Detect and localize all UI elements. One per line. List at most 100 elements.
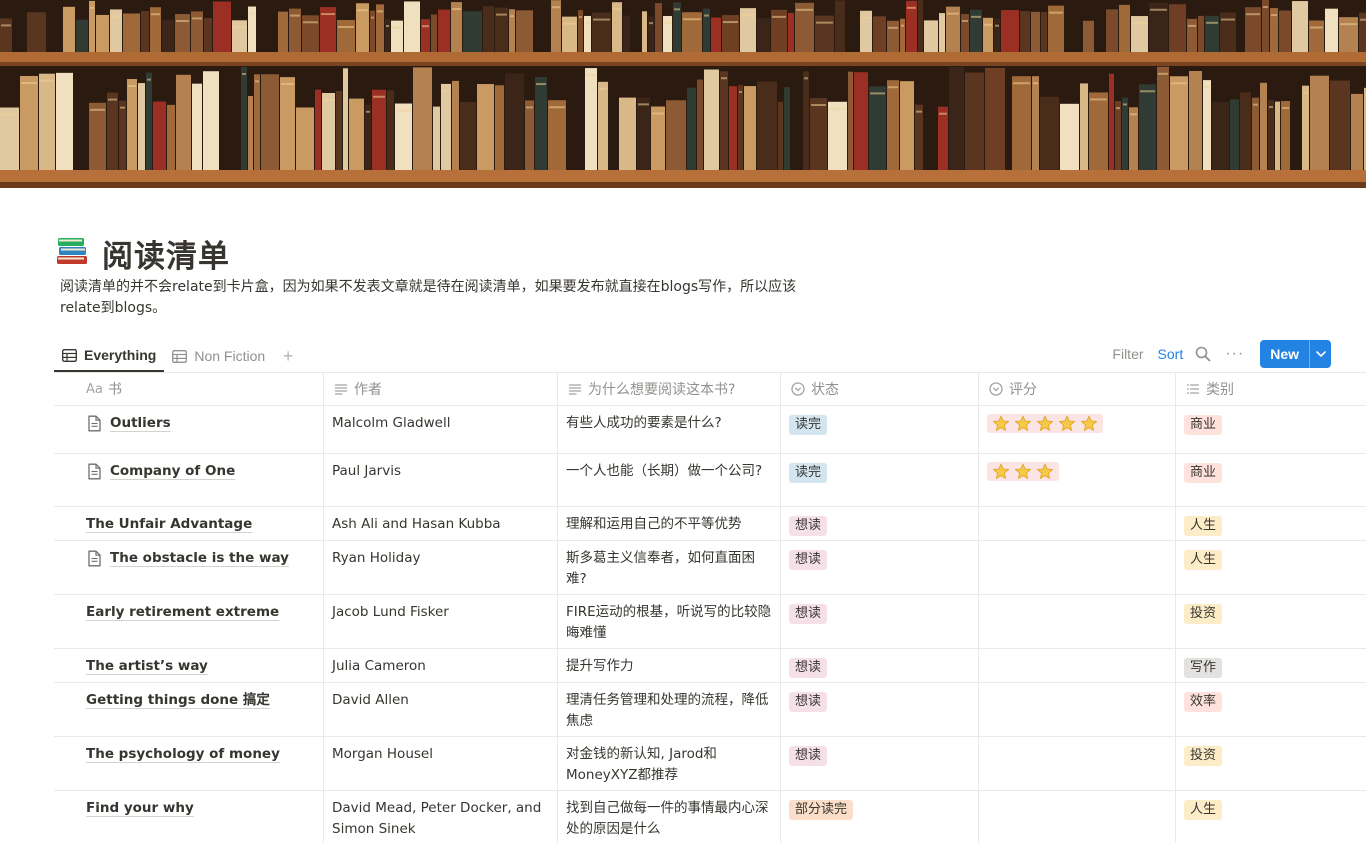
sort-button[interactable]: Sort <box>1158 346 1184 362</box>
book-title[interactable]: Getting things done 搞定 <box>86 690 270 711</box>
more-options-button[interactable]: ··· <box>1225 345 1244 363</box>
page-title[interactable]: 阅读清单 <box>102 231 230 276</box>
cell-reason[interactable]: FIRE运动的根基，听说写的比较隐晦难懂 <box>558 595 781 648</box>
table-row[interactable]: Getting things done 搞定 David Allen 理清任务管理和… <box>54 683 1366 737</box>
cell-rating[interactable] <box>979 791 1176 843</box>
cell-status[interactable]: 想读 <box>781 737 979 790</box>
new-button[interactable]: New <box>1260 340 1309 368</box>
cell-rating[interactable] <box>979 454 1176 506</box>
cell-title[interactable]: The psychology of money <box>54 737 324 790</box>
cell-rating[interactable] <box>979 541 1176 594</box>
cell-author[interactable]: David Allen <box>324 683 558 736</box>
cell-author[interactable]: Julia Cameron <box>324 649 558 682</box>
table-row[interactable]: Company of One Paul Jarvis 一个人也能（长期）做一个公司?… <box>54 454 1366 507</box>
cell-category[interactable]: 人生 <box>1176 791 1366 843</box>
cell-author[interactable]: Jacob Lund Fisker <box>324 595 558 648</box>
cell-reason[interactable]: 对金钱的新认知, Jarod和MoneyXYZ都推荐 <box>558 737 781 790</box>
cell-category[interactable]: 投资 <box>1176 737 1366 790</box>
cell-status[interactable]: 读完 <box>781 454 979 506</box>
cell-title[interactable]: Find your why <box>54 791 324 843</box>
book-title[interactable]: Early retirement extreme <box>86 602 279 623</box>
cell-author[interactable]: Paul Jarvis <box>324 454 558 506</box>
cell-status[interactable]: 想读 <box>781 595 979 648</box>
book-title[interactable]: Outliers <box>110 413 171 434</box>
status-badge: 想读 <box>789 658 828 678</box>
cell-reason[interactable]: 一个人也能（长期）做一个公司? <box>558 454 781 506</box>
category-tag: 商业 <box>1184 463 1223 483</box>
cell-status[interactable]: 想读 <box>781 649 979 682</box>
book-title[interactable]: Find your why <box>86 798 194 819</box>
cell-category[interactable]: 人生 <box>1176 541 1366 594</box>
cell-reason[interactable]: 有些人成功的要素是什么? <box>558 406 781 453</box>
category-tag: 人生 <box>1184 516 1223 536</box>
column-label: 书 <box>108 382 122 398</box>
cell-reason[interactable]: 理解和运用自己的不平等优势 <box>558 507 781 540</box>
cell-author[interactable]: David Mead, Peter Docker, and Simon Sine… <box>324 791 558 843</box>
cell-rating[interactable] <box>979 507 1176 540</box>
column-header-author[interactable]: 作者 <box>324 373 558 405</box>
table-row[interactable]: The obstacle is the way Ryan Holiday 斯多葛主义… <box>54 541 1366 595</box>
book-title[interactable]: The obstacle is the way <box>110 548 289 569</box>
cell-title[interactable]: Outliers <box>54 406 324 453</box>
cell-title[interactable]: Getting things done 搞定 <box>54 683 324 736</box>
table-row[interactable]: The psychology of money Morgan Housel 对金钱的… <box>54 737 1366 791</box>
cell-status[interactable]: 想读 <box>781 541 979 594</box>
cell-title[interactable]: The artist’s way <box>54 649 324 682</box>
cell-reason[interactable]: 斯多葛主义信奉者，如何直面困难? <box>558 541 781 594</box>
tab-everything[interactable]: Everything <box>54 340 165 372</box>
column-header-category[interactable]: 类别 <box>1176 373 1366 405</box>
cell-category[interactable]: 写作 <box>1176 649 1366 682</box>
cell-status[interactable]: 部分读完 <box>781 791 979 843</box>
cell-title[interactable]: Company of One <box>54 454 324 506</box>
table-row[interactable]: The Unfair Advantage Ash Ali and Hasan Ku… <box>54 507 1366 541</box>
add-view-button[interactable]: + <box>277 345 299 367</box>
page-description[interactable]: 阅读清单的并不会relate到卡片盒，因为如果不发表文章就是待在阅读清单，如果要… <box>60 277 810 319</box>
book-title[interactable]: Company of One <box>110 461 235 482</box>
new-dropdown-button[interactable] <box>1309 340 1331 368</box>
table-row[interactable]: Find your why David Mead, Peter Docker, a… <box>54 791 1366 843</box>
cell-rating[interactable] <box>979 595 1176 648</box>
cell-author[interactable]: Ash Ali and Hasan Kubba <box>324 507 558 540</box>
cell-rating[interactable] <box>979 406 1176 453</box>
author-text: David Mead, Peter Docker, and Simon Sine… <box>332 800 542 837</box>
column-header-reason[interactable]: 为什么想要阅读这本书? <box>558 373 781 405</box>
cell-category[interactable]: 投资 <box>1176 595 1366 648</box>
cell-category[interactable]: 效率 <box>1176 683 1366 736</box>
cell-author[interactable]: Ryan Holiday <box>324 541 558 594</box>
table-row[interactable]: Outliers Malcolm Gladwell 有些人成功的要素是什么? 读完 商业 <box>54 406 1366 454</box>
cell-title[interactable]: The Unfair Advantage <box>54 507 324 540</box>
reason-text: 对金钱的新认知, Jarod和MoneyXYZ都推荐 <box>566 746 717 783</box>
author-text: Ryan Holiday <box>332 550 421 566</box>
cell-reason[interactable]: 提升写作力 <box>558 649 781 682</box>
books-icon[interactable] <box>54 232 90 268</box>
cell-author[interactable]: Morgan Housel <box>324 737 558 790</box>
cell-rating[interactable] <box>979 683 1176 736</box>
rating-badge <box>987 462 1059 481</box>
book-title[interactable]: The psychology of money <box>86 744 280 765</box>
cell-reason[interactable]: 理清任务管理和处理的流程，降低焦虑 <box>558 683 781 736</box>
cell-reason[interactable]: 找到自己做每一件的事情最内心深处的原因是什么 <box>558 791 781 843</box>
cell-title[interactable]: The obstacle is the way <box>54 541 324 594</box>
column-label: 状态 <box>811 382 839 398</box>
cell-rating[interactable] <box>979 737 1176 790</box>
cell-status[interactable]: 想读 <box>781 683 979 736</box>
filter-button[interactable]: Filter <box>1112 346 1143 362</box>
table-row[interactable]: The artist’s way Julia Cameron 提升写作力 想读 写作 <box>54 649 1366 683</box>
cell-category[interactable]: 商业 <box>1176 406 1366 453</box>
table-row[interactable]: Early retirement extreme Jacob Lund Fiske… <box>54 595 1366 649</box>
cell-title[interactable]: Early retirement extreme <box>54 595 324 648</box>
book-title[interactable]: The Unfair Advantage <box>86 514 252 535</box>
cell-status[interactable]: 想读 <box>781 507 979 540</box>
cell-author[interactable]: Malcolm Gladwell <box>324 406 558 453</box>
cell-rating[interactable] <box>979 649 1176 682</box>
column-header-status[interactable]: 状态 <box>781 373 979 405</box>
column-header-book[interactable]: Aa 书 <box>54 373 324 405</box>
cell-category[interactable]: 商业 <box>1176 454 1366 506</box>
column-header-rating[interactable]: 评分 <box>979 373 1176 405</box>
cell-status[interactable]: 读完 <box>781 406 979 453</box>
tab-non-fiction[interactable]: Non Fiction <box>164 340 273 372</box>
author-text: David Allen <box>332 692 409 708</box>
book-title[interactable]: The artist’s way <box>86 656 208 677</box>
cell-category[interactable]: 人生 <box>1176 507 1366 540</box>
search-icon[interactable] <box>1195 346 1211 362</box>
